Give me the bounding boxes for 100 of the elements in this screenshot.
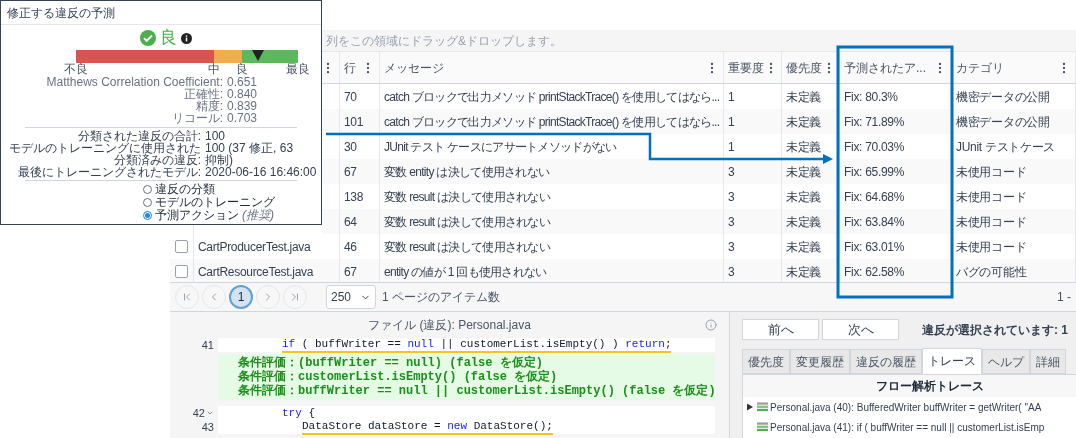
metric-value: 0.703 xyxy=(227,112,259,124)
category-cell-text: JUnit テストケース xyxy=(956,138,1056,156)
column-header[interactable]: カテゴリ xyxy=(956,58,1004,77)
column-header[interactable]: 重要度 xyxy=(728,58,764,77)
rating-label: 良 xyxy=(160,28,177,48)
priority-cell-text: 未定義 xyxy=(786,113,822,131)
condition-note: 条件評価：customerList.isEmpty() (false を仮定) xyxy=(237,370,559,384)
trace-title: フロー解析トレース xyxy=(875,378,984,395)
message-cell-text: 変数 entity は決して使用されない xyxy=(384,163,550,181)
scale-label: 不良 xyxy=(64,63,88,75)
column-header[interactable]: 優先度 xyxy=(786,58,822,77)
line-cell-text: 64 xyxy=(344,213,357,231)
metric-value: 0.651 xyxy=(227,76,259,88)
line-number: 41 xyxy=(201,337,214,353)
priority-cell-text: 未定義 xyxy=(786,213,822,231)
metric-label: リコール: xyxy=(170,112,223,124)
prediction-cell-text: Fix: 65.99% xyxy=(844,163,905,181)
line-cell-text: 70 xyxy=(344,88,357,106)
severity-cell-text: 1 xyxy=(728,138,735,156)
category-cell-text: 未使用コード xyxy=(956,188,1027,206)
file-cell-text: CartResourceTest.java xyxy=(198,263,314,281)
severity-cell-text: 3 xyxy=(728,213,735,231)
trace-step[interactable]: Personal.java (40): BufferedWriter buffWriter = getWriter( "AA xyxy=(770,399,1042,415)
priority-cell-text: 未定義 xyxy=(786,138,822,156)
message-cell-text: 変数 result は決して使用されない xyxy=(384,238,550,256)
severity-cell-text: 3 xyxy=(728,263,735,281)
priority-cell-text: 未定義 xyxy=(786,263,822,281)
line-number: 42 xyxy=(192,405,205,421)
category-cell-text: バグの可能性 xyxy=(956,263,1027,281)
line-cell-text: 30 xyxy=(344,138,357,156)
code-line: try { xyxy=(282,406,315,420)
category-cell-text: 機密データの公開 xyxy=(956,113,1050,131)
prediction-cell-text: Fix: 62.58% xyxy=(844,263,905,281)
line-number: 43 xyxy=(201,419,214,435)
line-cell-text: 67 xyxy=(344,163,357,181)
prediction-cell-text: Fix: 63.84% xyxy=(844,213,905,231)
message-cell-text: catch ブロックで出力メソッド printStackTrace() を使用してはなら... xyxy=(384,113,720,131)
radio-option[interactable]: 違反の分類 xyxy=(143,183,321,196)
stat-value: 100 (37 修正, 63 抑制) xyxy=(205,142,294,166)
stat-label: モデルのトレーニングに使用された分類済みの違反: xyxy=(8,142,201,166)
code-line: if ( buffWriter == null || customerList.isEmpty() ) return; xyxy=(282,337,672,353)
nav-button[interactable]: 前へ xyxy=(742,319,819,340)
prediction-cell-text: Fix: 71.89% xyxy=(844,113,905,131)
category-cell-text: 未使用コード xyxy=(956,163,1027,181)
radio-option[interactable]: モデルのトレーニング xyxy=(143,196,321,209)
item-range: 1 - xyxy=(1057,289,1071,306)
priority-cell-text: 未定義 xyxy=(786,238,822,256)
tab[interactable]: 詳細 xyxy=(1030,349,1066,374)
message-cell-text: JUnit テスト ケースにアサートメソッドがない xyxy=(384,138,617,156)
scale-label: 良 xyxy=(236,63,248,75)
page-size-label: 1 ページのアイテム数 xyxy=(382,289,500,306)
message-cell-text: catch ブロックで出力メソッド printStackTrace() を使用してはなら... xyxy=(384,88,720,106)
metric-value: 0.839 xyxy=(227,100,259,112)
priority-cell-text: 未定義 xyxy=(786,88,822,106)
metric-value: 0.840 xyxy=(227,88,259,100)
category-cell-text: 未使用コード xyxy=(956,238,1027,256)
trace-step[interactable]: Personal.java (41): if ( buffWriter == null || customerList.isEmp xyxy=(770,419,1045,435)
selection-status: 違反が選択されています: 1 xyxy=(922,321,1068,339)
group-hint: 列をこの領域にドラッグ&ドロップします。 xyxy=(326,32,562,50)
file-cell-text: CartProducerTest.java xyxy=(198,238,311,256)
condition-note: 条件評価：buffWriter == null || customerList.isEmpty() (false を仮定) xyxy=(237,384,715,398)
prediction-cell-text: Fix: 64.68% xyxy=(844,188,905,206)
stat-value: 100 xyxy=(205,130,227,142)
severity-cell-text: 1 xyxy=(728,88,735,106)
scale-label: 最良 xyxy=(286,63,310,75)
category-cell-text: 未使用コード xyxy=(956,213,1027,231)
priority-cell-text: 未定義 xyxy=(786,163,822,181)
file-title: ファイル (違反): Personal.java xyxy=(368,317,531,334)
message-cell-text: 変数 result は決して使用されない xyxy=(384,188,550,206)
severity-cell-text: 3 xyxy=(728,188,735,206)
stat-label: 最後にトレーニングされたモデル: xyxy=(16,166,201,178)
prediction-cell-text: Fix: 70.03% xyxy=(844,138,905,156)
tab[interactable]: 変更履歴 xyxy=(790,349,850,374)
page-button[interactable]: 1 xyxy=(229,285,253,309)
condition-note: 条件評価：(buffWriter == null) (false を仮定) xyxy=(237,356,544,370)
page-size-select[interactable]: 250 xyxy=(326,285,376,309)
category-cell-text: 機密データの公開 xyxy=(956,88,1050,106)
prediction-cell-text: Fix: 80.3% xyxy=(844,88,898,106)
radio-option[interactable]: 予測アクション (推奨) xyxy=(143,209,321,222)
stat-value: 2020-06-16 16:46:00 xyxy=(205,166,317,178)
code-line: DataStore dataStore = new DataStore(); xyxy=(302,419,553,435)
metric-label: 精度: xyxy=(194,100,223,112)
severity-cell-text: 3 xyxy=(728,238,735,256)
column-header[interactable]: メッセージ xyxy=(384,58,444,77)
column-header[interactable]: 予測されたア... xyxy=(844,58,926,77)
severity-cell-text: 3 xyxy=(728,163,735,181)
metric-label: Matthews Correlation Coefficient: xyxy=(45,76,223,88)
scale-label: 中 xyxy=(208,63,220,75)
nav-button[interactable]: 次へ xyxy=(822,319,899,340)
metric-label: 正確性: xyxy=(182,88,223,100)
severity-cell-text: 1 xyxy=(728,113,735,131)
tab[interactable]: 優先度 xyxy=(742,349,790,374)
message-cell-text: entity の値が 1 回も使用されない xyxy=(384,263,547,281)
tab[interactable]: ヘルプ xyxy=(982,349,1030,374)
tab[interactable]: トレース xyxy=(922,348,982,374)
tab[interactable]: 違反の履歴 xyxy=(850,349,922,374)
dialog-title: 修正する違反の予測 xyxy=(7,4,115,22)
column-header[interactable]: 行 xyxy=(344,58,356,77)
message-cell-text: 変数 result は決して使用されない xyxy=(384,213,550,231)
line-cell-text: 67 xyxy=(344,263,357,281)
